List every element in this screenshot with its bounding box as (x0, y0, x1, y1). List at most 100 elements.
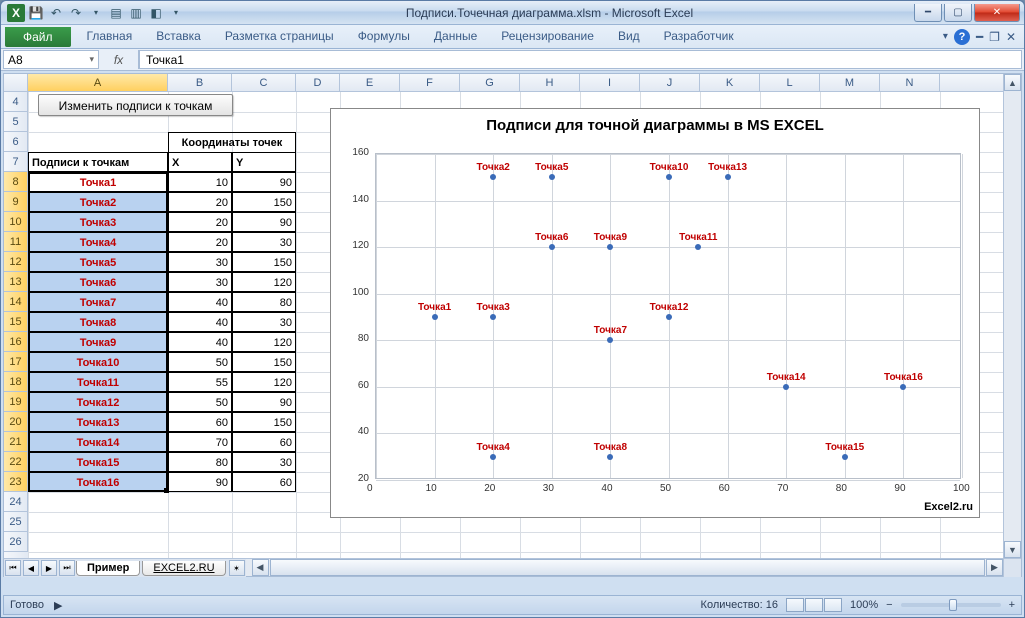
column-headers[interactable]: ABCDEFGHIJKLMN (28, 74, 1003, 92)
cell[interactable]: 50 (168, 392, 232, 412)
row-header[interactable]: 14 (4, 292, 28, 312)
cell[interactable]: Точка9 (28, 332, 168, 352)
ribbon-minimize-icon[interactable]: ▾ (943, 31, 948, 42)
scroll-down-icon[interactable]: ▼ (1004, 541, 1021, 558)
sheet-tab[interactable]: EXCEL2.RU (142, 561, 225, 576)
cell[interactable]: Точка12 (28, 392, 168, 412)
row-header[interactable]: 18 (4, 372, 28, 392)
cell[interactable]: 20 (168, 212, 232, 232)
row-header[interactable]: 16 (4, 332, 28, 352)
zoom-in-icon[interactable]: + (1009, 599, 1015, 611)
row-header[interactable]: 24 (4, 492, 28, 512)
column-header[interactable]: F (400, 74, 460, 91)
column-header[interactable]: L (760, 74, 820, 91)
column-header[interactable]: D (296, 74, 340, 91)
column-header[interactable]: A (28, 74, 168, 91)
cell[interactable]: Точка6 (28, 272, 168, 292)
ribbon-tab-data[interactable]: Данные (422, 25, 489, 48)
cell[interactable]: 30 (232, 232, 296, 252)
maximize-button[interactable]: ▢ (944, 4, 972, 22)
qat-icon[interactable]: ▥ (127, 4, 145, 22)
qat-icon[interactable]: ◧ (147, 4, 165, 22)
qat-dd-icon[interactable]: ▾ (167, 4, 185, 22)
view-pagelayout-icon[interactable] (805, 598, 823, 612)
cell[interactable]: X (168, 152, 232, 172)
row-header[interactable]: 25 (4, 512, 28, 532)
cell[interactable]: 60 (232, 472, 296, 492)
column-header[interactable]: N (880, 74, 940, 91)
cell[interactable]: 40 (168, 312, 232, 332)
row-header[interactable]: 4 (4, 92, 28, 112)
column-header[interactable]: C (232, 74, 296, 91)
scroll-right-icon[interactable]: ▶ (986, 559, 1003, 576)
row-header[interactable]: 15 (4, 312, 28, 332)
wbk-close-icon[interactable]: ✕ (1006, 30, 1016, 44)
change-labels-button[interactable]: Изменить подписи к точкам (38, 94, 233, 116)
help-icon[interactable]: ? (954, 29, 970, 45)
cell[interactable]: 120 (232, 332, 296, 352)
row-header[interactable]: 20 (4, 412, 28, 432)
row-header[interactable]: 19 (4, 392, 28, 412)
scroll-up-icon[interactable]: ▲ (1004, 74, 1021, 91)
cell[interactable]: 30 (232, 312, 296, 332)
cell[interactable]: 120 (232, 272, 296, 292)
scroll-left-icon[interactable]: ◀ (252, 559, 269, 576)
file-tab[interactable]: Файл (5, 27, 71, 47)
view-pagebreak-icon[interactable] (824, 598, 842, 612)
cell[interactable]: Точка14 (28, 432, 168, 452)
cell[interactable]: 20 (168, 232, 232, 252)
worksheet-grid[interactable]: ABCDEFGHIJKLMN 4567891011121314151617181… (3, 73, 1022, 577)
cell[interactable]: 40 (168, 332, 232, 352)
cell[interactable]: 30 (232, 452, 296, 472)
tab-next-icon[interactable]: ▶ (41, 560, 57, 576)
tab-first-icon[interactable]: ⏮ (5, 560, 21, 576)
row-header[interactable]: 13 (4, 272, 28, 292)
cell[interactable]: Точка2 (28, 192, 168, 212)
cell[interactable]: 150 (232, 192, 296, 212)
row-header[interactable]: 17 (4, 352, 28, 372)
row-header[interactable]: 22 (4, 452, 28, 472)
row-headers[interactable]: 4567891011121314151617181920212223242526 (4, 92, 28, 558)
new-sheet-icon[interactable]: ✶ (229, 560, 245, 576)
column-header[interactable]: M (820, 74, 880, 91)
cell[interactable]: 80 (232, 292, 296, 312)
cell[interactable]: 70 (168, 432, 232, 452)
cell[interactable]: 55 (168, 372, 232, 392)
cell[interactable]: Точка3 (28, 212, 168, 232)
macro-record-icon[interactable]: ▶ (54, 599, 62, 612)
wbk-minimize-icon[interactable]: ━ (976, 30, 983, 44)
cell[interactable]: 90 (168, 472, 232, 492)
cells-area[interactable]: Изменить подписи к точкам Координаты точе… (28, 92, 1003, 558)
row-header[interactable]: 9 (4, 192, 28, 212)
tab-last-icon[interactable]: ⏭ (59, 560, 75, 576)
row-header[interactable]: 23 (4, 472, 28, 492)
cell[interactable]: 50 (168, 352, 232, 372)
cell[interactable]: Координаты точек (168, 132, 296, 152)
horizontal-scrollbar[interactable]: ◀ ▶ (252, 559, 1003, 576)
cell[interactable]: 150 (232, 352, 296, 372)
view-buttons[interactable] (786, 598, 842, 612)
view-normal-icon[interactable] (786, 598, 804, 612)
redo-icon[interactable]: ↷ (67, 4, 85, 22)
cell[interactable]: Точка4 (28, 232, 168, 252)
cell[interactable]: Точка5 (28, 252, 168, 272)
zoom-slider[interactable] (901, 603, 1001, 607)
qat-icon[interactable]: ▤ (107, 4, 125, 22)
formula-input[interactable]: Точка1 (139, 50, 1022, 69)
column-header[interactable]: H (520, 74, 580, 91)
ribbon-tab-insert[interactable]: Вставка (144, 25, 213, 48)
cell[interactable]: 20 (168, 192, 232, 212)
cell[interactable]: 10 (168, 172, 232, 192)
zoom-level[interactable]: 100% (850, 599, 878, 611)
column-header[interactable]: J (640, 74, 700, 91)
minimize-button[interactable]: ━ (914, 4, 942, 22)
cell[interactable]: 150 (232, 252, 296, 272)
save-icon[interactable]: 💾 (27, 4, 45, 22)
zoom-out-icon[interactable]: − (886, 599, 892, 611)
scatter-chart[interactable]: Подписи для точной диаграммы в MS EXCELТ… (330, 108, 980, 518)
column-header[interactable]: K (700, 74, 760, 91)
undo-icon[interactable]: ↶ (47, 4, 65, 22)
cell[interactable]: Точка13 (28, 412, 168, 432)
cell[interactable]: 80 (168, 452, 232, 472)
ribbon-tab-formulas[interactable]: Формулы (346, 25, 422, 48)
